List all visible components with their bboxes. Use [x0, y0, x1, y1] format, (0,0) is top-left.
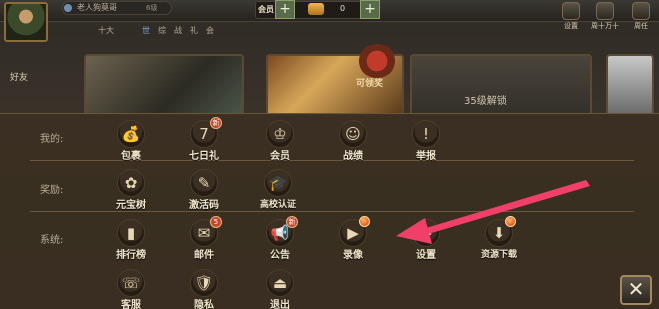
- friends-nav-button[interactable]: 好友: [0, 60, 38, 90]
- notification-dot: [505, 216, 516, 227]
- menu-item-report[interactable]: ! 举报: [399, 120, 457, 166]
- menu-item-record[interactable]: ☺ 战绩: [326, 120, 384, 166]
- section-label-system: 系统:: [40, 235, 64, 246]
- menu-item-seven-day-gift[interactable]: 7 新 七日礼: [177, 117, 235, 166]
- top-settings-button[interactable]: 设置: [556, 2, 586, 34]
- menu-item-bag[interactable]: 💰 包裹: [104, 120, 162, 166]
- menu-item-resource-download[interactable]: ⬇ 资源下载: [472, 216, 530, 265]
- gift-label: 可领奖: [356, 79, 384, 89]
- sub-tab[interactable]: 会: [206, 25, 214, 36]
- player-avatar[interactable]: [4, 2, 48, 42]
- sub-tab[interactable]: 世: [142, 25, 150, 36]
- locked-label: 35级解锁: [464, 96, 507, 107]
- sub-tab[interactable]: 综: [158, 25, 166, 36]
- gold-add-button[interactable]: +: [360, 0, 380, 19]
- banner-card-hero[interactable]: [84, 54, 244, 116]
- player-level: 6级: [146, 4, 158, 12]
- top-task-button[interactable]: 周任: [626, 2, 656, 34]
- gold-value: 0: [340, 4, 346, 13]
- menu-item-replay[interactable]: ▶ 录像: [326, 216, 384, 265]
- banner-card-portrait[interactable]: [606, 54, 654, 116]
- event-icon: [596, 2, 614, 20]
- menu-item-activation-code[interactable]: ✎ 激活码: [177, 169, 235, 215]
- task-icon: [632, 2, 650, 20]
- gift-icon[interactable]: [358, 44, 396, 78]
- menu-item-logout[interactable]: ⏏ 退出: [253, 269, 311, 309]
- section-label-rewards: 奖励:: [40, 185, 64, 196]
- vip-label: 会员: [258, 5, 274, 14]
- sub-tab-bar: 十大 世 综 战 礼 会: [50, 22, 250, 38]
- sub-tab[interactable]: 礼: [190, 25, 198, 36]
- new-badge: 新: [210, 117, 222, 129]
- section-label-mine: 我的:: [40, 134, 64, 145]
- menu-item-campus-verify[interactable]: 🎓 高校认证: [251, 169, 309, 215]
- vip-add-button[interactable]: +: [275, 0, 295, 19]
- new-badge: 新: [286, 216, 298, 228]
- menu-item-announcement[interactable]: 📢 新 公告: [253, 216, 311, 265]
- menu-item-settings[interactable]: ⚙ 设置: [399, 219, 457, 265]
- count-badge: 5: [210, 216, 222, 228]
- more-menu-panel: 我的: 奖励: 系统: 💰 包裹 7 新 七日礼 ♔ 会员 ☺ 战绩 ! 举报 …: [0, 113, 659, 309]
- menu-item-vip[interactable]: ♔ 会员: [253, 120, 311, 166]
- sub-tab[interactable]: 战: [174, 25, 182, 36]
- menu-item-customer-service[interactable]: ☏ 客服: [104, 269, 162, 309]
- sub-tab[interactable]: 十大: [98, 25, 114, 36]
- settings-icon: [562, 2, 580, 20]
- close-button[interactable]: ✕: [620, 275, 652, 305]
- gold-icon: [308, 3, 324, 15]
- menu-item-privacy[interactable]: 🛡 隐私: [177, 269, 235, 309]
- menu-item-leaderboard[interactable]: ▮ 排行榜: [104, 219, 162, 265]
- top-event-button[interactable]: 周十万十: [590, 2, 620, 34]
- player-icon: [64, 4, 72, 12]
- menu-item-mail[interactable]: ✉ 5 邮件: [177, 216, 235, 265]
- notification-dot: [359, 216, 370, 227]
- menu-item-money-tree[interactable]: ✿ 元宝树: [104, 169, 162, 215]
